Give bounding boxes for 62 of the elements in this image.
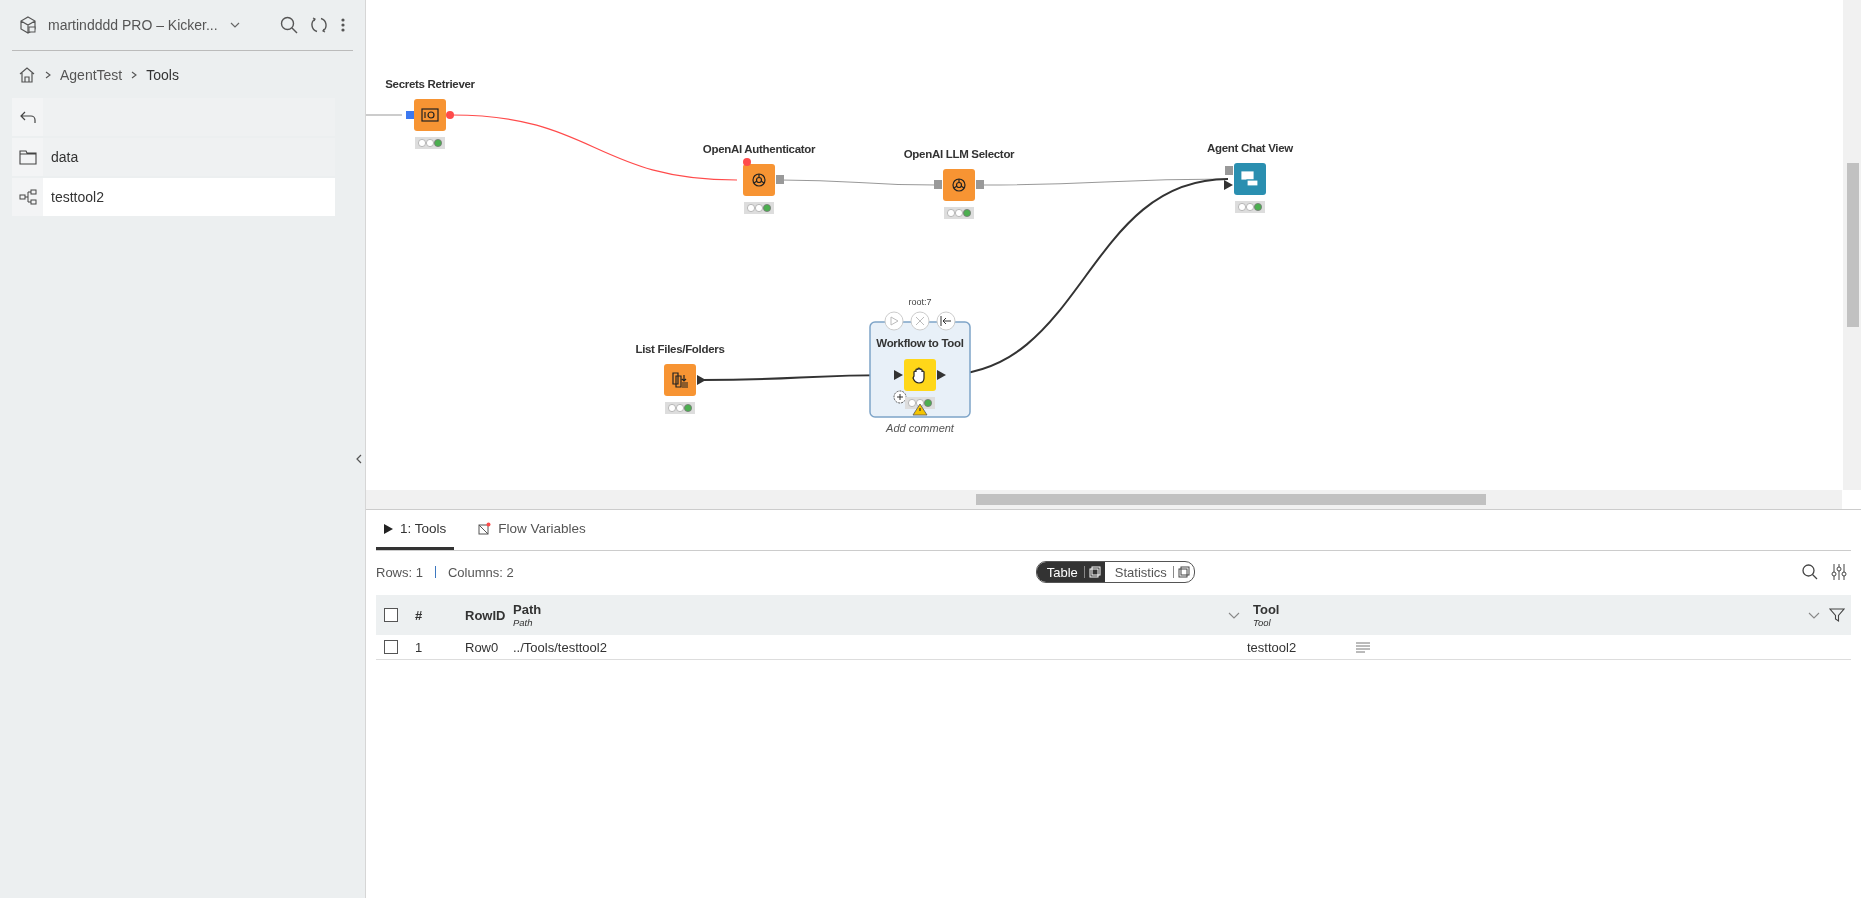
reset-button[interactable] xyxy=(936,311,956,331)
column-header[interactable]: Path Path xyxy=(513,602,1247,628)
back-arrow-icon xyxy=(18,110,37,124)
table-cell: testtool2 xyxy=(1247,639,1297,655)
node-label[interactable]: OpenAI LLM Selector xyxy=(903,148,1015,160)
select-all-checkbox[interactable] xyxy=(384,608,398,622)
columns-count: Columns: 2 xyxy=(447,564,514,580)
variable-port[interactable] xyxy=(446,111,454,119)
chevron-icon xyxy=(43,70,53,80)
pop-out-icon[interactable] xyxy=(1083,566,1101,578)
node-icon[interactable] xyxy=(743,164,775,196)
output-tab[interactable]: Flow Variables xyxy=(470,510,594,550)
table-cell: ../Tools/testtool2 xyxy=(513,639,607,655)
scrollbar-thumb[interactable] xyxy=(976,494,1486,505)
folder-icon xyxy=(18,149,37,165)
breadcrumb-item[interactable]: AgentTest xyxy=(60,67,123,83)
collapse-handle-icon[interactable] xyxy=(355,454,363,464)
play-icon xyxy=(384,523,393,534)
flow-variable-icon xyxy=(478,522,492,535)
view-toggle-option[interactable]: Table xyxy=(1036,562,1105,582)
scrollbar-thumb[interactable] xyxy=(1847,163,1859,327)
node-icon[interactable] xyxy=(414,99,446,131)
search-icon[interactable] xyxy=(1801,563,1819,581)
node-icon[interactable] xyxy=(904,359,936,391)
search-icon[interactable] xyxy=(279,15,299,35)
view-toggle-option[interactable]: Statistics xyxy=(1104,562,1194,582)
node-icon[interactable] xyxy=(943,169,975,201)
pop-out-icon[interactable] xyxy=(1172,566,1190,578)
rows-count: Rows: 1 xyxy=(376,564,423,580)
node-label[interactable]: Workflow to Tool xyxy=(876,337,964,349)
caret-icon[interactable] xyxy=(1807,610,1821,620)
node-label[interactable]: OpenAI Authenticator xyxy=(702,143,816,155)
table-cell-text: 1 xyxy=(415,639,424,655)
column-header[interactable]: Tool Tool xyxy=(1247,602,1851,628)
filter-icon[interactable] xyxy=(1829,607,1845,623)
space-icon xyxy=(18,15,38,35)
input-port[interactable] xyxy=(934,180,942,189)
node-label[interactable]: List Files/Folders xyxy=(635,343,725,355)
node-label[interactable]: Secrets Retriever xyxy=(385,78,475,90)
space-name[interactable]: martindddd PRO – Kicker... xyxy=(48,17,218,33)
breadcrumb-item[interactable]: Tools xyxy=(146,67,179,83)
text-lines-icon xyxy=(1356,641,1371,653)
output-tab[interactable]: 1: Tools xyxy=(376,510,455,550)
home-icon[interactable] xyxy=(18,66,36,84)
explorer-item[interactable]: testtool2 xyxy=(12,178,335,216)
settings-icon[interactable] xyxy=(1831,563,1847,581)
workflow-icon xyxy=(18,189,37,205)
connection-line xyxy=(366,114,403,116)
node-icon[interactable] xyxy=(664,364,696,396)
node-icon[interactable] xyxy=(1234,163,1266,195)
add-port-icon[interactable] xyxy=(893,390,907,404)
table-cell-text: Row0 xyxy=(465,639,500,655)
variable-port[interactable] xyxy=(743,158,751,166)
caret-icon[interactable] xyxy=(1227,610,1241,620)
column-header: # xyxy=(415,607,424,623)
comment-placeholder[interactable]: Add comment xyxy=(886,422,954,434)
input-port[interactable] xyxy=(406,111,414,119)
node-label[interactable]: Agent Chat View xyxy=(1207,142,1293,154)
row-checkbox[interactable] xyxy=(384,640,398,654)
refresh-icon[interactable] xyxy=(309,15,329,35)
column-header: RowID xyxy=(465,607,507,623)
node-id: root:7 xyxy=(908,297,932,307)
